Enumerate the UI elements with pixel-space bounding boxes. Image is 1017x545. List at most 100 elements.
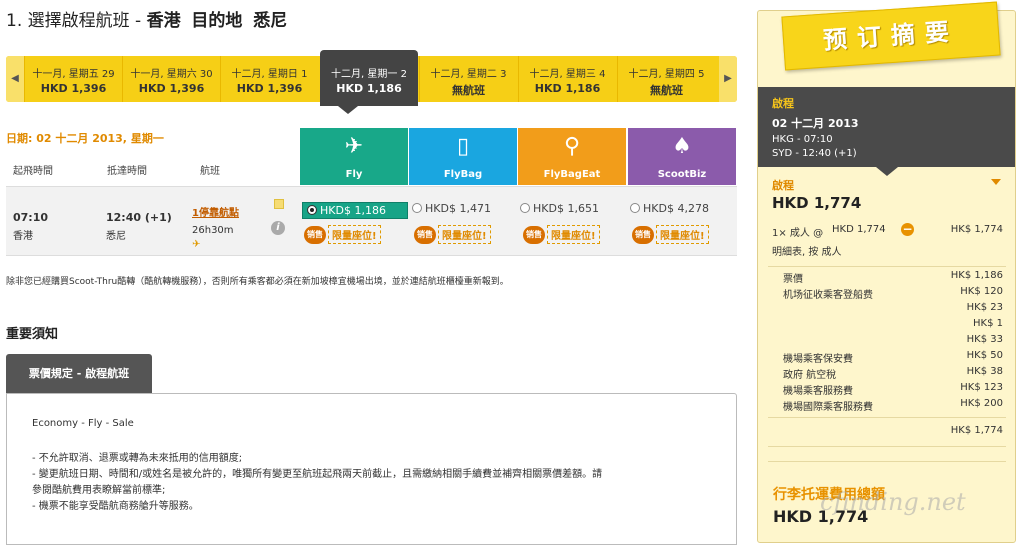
sale-tag: 销售 限量座位! <box>523 225 600 244</box>
step-label: 1. 選擇啟程航班 - <box>6 11 147 31</box>
fare-option-flybag[interactable]: HKD$ 1,471 <box>412 202 491 219</box>
fare-price: HKD$ 1,186 <box>320 204 386 217</box>
breakdown-label: 明細表, 按 成人 <box>772 247 842 258</box>
breakdown-item-value: HK$ 33 <box>966 334 1003 345</box>
seat-icon: ♠ <box>672 134 692 159</box>
date-option-price: HKD 1,396 <box>138 82 205 95</box>
plane-icon: ✈ <box>192 239 201 250</box>
depart-city: 香港 <box>13 231 33 242</box>
trip-info: 啟程 02 十二月 2013 HKG - 07:10 SYD - 12:40 (… <box>758 87 1015 167</box>
fare-price: HKD$ 4,278 <box>643 202 709 215</box>
watermark: cfinding.net <box>820 488 966 516</box>
depart-time: 07:10 <box>13 211 49 224</box>
section-label: 啟程 <box>772 179 794 192</box>
sale-tag: 销售 限量座位! <box>414 225 491 244</box>
date-option-price: 無航班 <box>650 84 683 97</box>
date-carousel: ◀ 十一月, 星期五 29 HKD 1,396 十一月, 星期六 30 HKD … <box>6 50 737 106</box>
date-option[interactable]: 十二月, 星期日 1 HKD 1,396 <box>220 56 318 102</box>
breakdown-item-label: 機場國際乘客服務費 <box>783 402 873 413</box>
fare-option-scootbiz[interactable]: HKD$ 4,278 <box>630 202 709 219</box>
summary-banner: 预订摘要 <box>781 1 1001 71</box>
fare-rules-box: Economy - Fly - Sale - 不允許取消、退票或轉為未來抵用的信… <box>6 393 737 545</box>
fare-type-label: Fly <box>345 169 363 180</box>
notice-heading: 重要須知 <box>6 327 59 342</box>
breakdown-item-label: 機場乘客服務費 <box>783 386 853 397</box>
fare-price: HKD$ 1,651 <box>533 202 599 215</box>
destination-city: 悉尼 <box>253 11 288 31</box>
sale-badge: 销售 <box>304 225 326 244</box>
flight-date: 日期: 02 十二月 2013, 星期一 <box>6 132 164 145</box>
date-option[interactable]: 十二月, 星期三 4 HKD 1,186 <box>518 56 616 102</box>
arrive-city: 悉尼 <box>106 231 126 242</box>
stops-link[interactable]: 1停靠航點 <box>192 204 239 219</box>
booking-summary: 预订摘要 啟程 02 十二月 2013 HKG - 07:10 SYD - 12… <box>757 1 1016 543</box>
breakdown-item-label: 政府 航空稅 <box>783 370 837 381</box>
date-option-price: 無航班 <box>452 84 485 97</box>
tab-fare-rules[interactable]: 票價規定 - 啟程航班 <box>6 354 152 393</box>
trip-leg: HKG - 07:10 <box>772 134 833 145</box>
carousel-prev-button[interactable]: ◀ <box>6 56 24 102</box>
info-icon[interactable]: i <box>271 221 285 235</box>
note-icon[interactable] <box>274 199 284 209</box>
date-option-date: 十一月, 星期五 29 <box>32 69 115 80</box>
breakdown-item-label: 機場乘客保安費 <box>783 354 853 365</box>
meal-icon: ⚲ <box>563 134 581 159</box>
fare-option-flybageat[interactable]: HKD$ 1,651 <box>520 202 599 219</box>
date-option[interactable]: 十一月, 星期五 29 HKD 1,396 <box>24 56 122 102</box>
limited-seats-label: 限量座位! <box>438 225 491 244</box>
pax-unit-price: HKD 1,774 <box>832 224 886 235</box>
date-option-price: HKD 1,396 <box>40 82 107 95</box>
page-title: 1. 選擇啟程航班 - 香港 目的地 悉尼 <box>6 6 287 31</box>
date-option[interactable]: 十二月, 星期四 5 無航班 <box>617 56 715 102</box>
fare-type-flybageat[interactable]: ⚲ FlyBagEat <box>518 128 626 185</box>
origin-city: 香港 <box>146 11 181 31</box>
limited-seats-label: 限量座位! <box>547 225 600 244</box>
limited-seats-label: 限量座位! <box>328 225 381 244</box>
pax-total: HK$ 1,774 <box>950 224 1003 235</box>
flight-row: 07:10 香港 12:40 (+1) 悉尼 1停靠航點 26h30m ✈ i … <box>6 186 737 256</box>
col-flight-header: 航班 <box>200 166 220 177</box>
date-option-price: HKD 1,396 <box>236 82 303 95</box>
sale-tag: 销售 限量座位! <box>304 225 381 244</box>
date-option-date: 十二月, 星期一 2 <box>331 69 407 80</box>
trip-date: 02 十二月 2013 <box>772 117 859 130</box>
luggage-icon: ▯ <box>456 134 470 159</box>
radio-icon <box>630 203 640 213</box>
fare-type-label: FlyBag <box>443 169 483 180</box>
breakdown-total: HK$ 1,774 <box>950 425 1003 436</box>
sale-badge: 销售 <box>414 225 436 244</box>
date-option-date: 十二月, 星期三 4 <box>529 69 606 80</box>
divider <box>768 417 1006 418</box>
transit-disclaimer: 除非您已經購買Scoot-Thru酷轉（酷航轉機服務），否則所有乘客都必須在新加… <box>6 277 509 287</box>
fare-option-fly[interactable]: HKD$ 1,186 <box>302 202 409 219</box>
radio-icon <box>520 203 530 213</box>
sale-badge: 销售 <box>632 225 654 244</box>
trip-pointer <box>876 167 898 176</box>
divider <box>768 461 1006 462</box>
arrive-time: 12:40 (+1) <box>106 211 172 224</box>
fare-name: Economy - Fly - Sale <box>32 418 134 429</box>
breakdown-item-label: 票價 <box>783 274 803 285</box>
date-option[interactable]: 十二月, 星期二 3 無航班 <box>419 56 517 102</box>
date-option[interactable]: 十一月, 星期六 30 HKD 1,396 <box>122 56 220 102</box>
carousel-next-button[interactable]: ▶ <box>719 56 737 102</box>
breakdown-item-value: HK$ 23 <box>966 302 1003 313</box>
fare-type-fly[interactable]: ✈ Fly <box>300 128 408 185</box>
remove-icon[interactable]: − <box>901 223 914 236</box>
selected-date-pointer <box>338 106 358 114</box>
section-total: HKD 1,774 <box>772 194 862 212</box>
date-option-date: 十二月, 星期日 1 <box>231 69 308 80</box>
date-option-selected[interactable]: 十二月, 星期一 2 HKD 1,186 <box>320 50 418 106</box>
date-option-date: 十二月, 星期四 5 <box>628 69 705 80</box>
trip-label: 啟程 <box>772 97 794 110</box>
col-arrive-header: 抵達時間 <box>107 166 147 177</box>
fare-type-flybag[interactable]: ▯ FlyBag <box>409 128 517 185</box>
fare-type-label: FlyBagEat <box>543 169 601 180</box>
chevron-down-icon[interactable] <box>991 179 1001 185</box>
limited-seats-label: 限量座位! <box>656 225 709 244</box>
breakdown-item-value: HK$ 1 <box>973 318 1003 329</box>
plane-icon: ✈ <box>344 134 364 159</box>
fare-type-scootbiz[interactable]: ♠ ScootBiz <box>628 128 736 185</box>
breakdown-item-value: HK$ 50 <box>966 350 1003 361</box>
sale-badge: 销售 <box>523 225 545 244</box>
